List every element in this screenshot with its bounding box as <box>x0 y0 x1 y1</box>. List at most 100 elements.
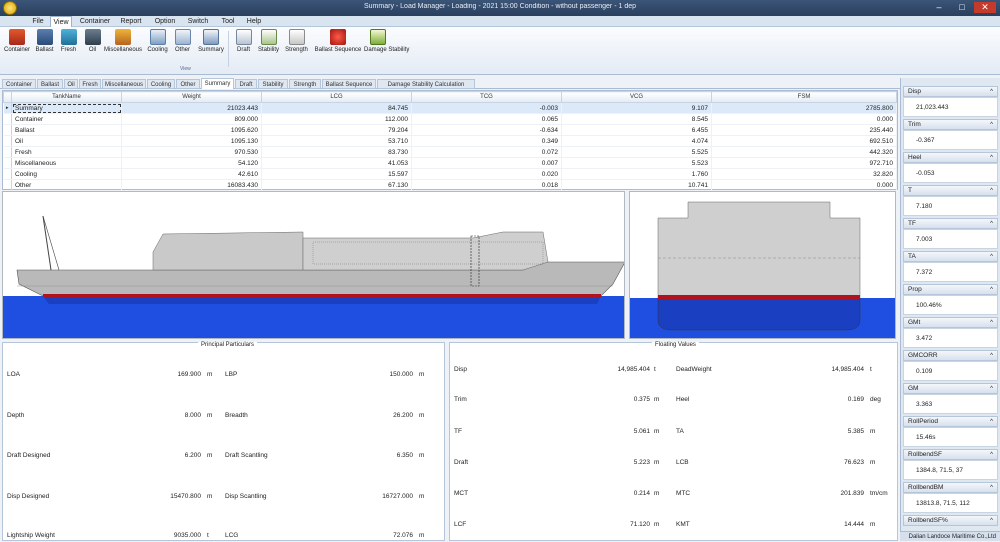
menu-view[interactable]: View <box>50 16 72 27</box>
tab-fresh[interactable]: Fresh <box>79 79 101 89</box>
cell-lcg[interactable]: 15.597 <box>261 168 412 180</box>
table-row[interactable]: Other 16083.430 67.130 0.018 10.741 0.000 <box>3 179 897 191</box>
collapse-chevron-icon[interactable]: ^ <box>990 219 993 229</box>
collapse-chevron-icon[interactable]: ^ <box>990 318 993 328</box>
panel-header-t[interactable]: T ^ <box>903 185 998 196</box>
cell-tcg[interactable]: 0.020 <box>411 168 562 180</box>
menu-option[interactable]: Option <box>152 16 178 27</box>
cell-vcg[interactable]: 6.455 <box>561 124 712 136</box>
panel-header-trim[interactable]: Trim ^ <box>903 119 998 130</box>
cell-weight[interactable]: 21023.443 <box>121 102 262 114</box>
cell-fsm[interactable]: 2785.800 <box>711 102 897 114</box>
summary-view-button[interactable]: Summary <box>196 29 226 67</box>
tab-other[interactable]: Other <box>176 79 200 89</box>
cell-vcg[interactable]: 10.741 <box>561 179 712 191</box>
cell-tankname[interactable]: Oil <box>11 135 122 147</box>
cell-vcg[interactable]: 1.760 <box>561 168 712 180</box>
ballast-view-button[interactable]: Ballast <box>32 29 57 67</box>
cell-tankname[interactable]: Summary <box>11 102 122 114</box>
cell-lcg[interactable]: 112.000 <box>261 113 412 125</box>
cell-weight[interactable]: 1095.620 <box>121 124 262 136</box>
tab-draft[interactable]: Draft <box>235 79 257 89</box>
draft-view-button[interactable]: Draft <box>231 29 256 67</box>
panel-header-gmt[interactable]: GMt ^ <box>903 317 998 328</box>
tab-ballast-sequence[interactable]: Ballast Sequence <box>322 79 376 89</box>
table-row[interactable]: Cooling 42.610 15.597 0.020 1.760 32.820 <box>3 168 897 180</box>
cell-vcg[interactable]: 4.074 <box>561 135 712 147</box>
other-view-button[interactable]: Other <box>170 29 195 67</box>
cell-tankname[interactable]: Miscellaneous <box>11 157 122 169</box>
column-header-tankname[interactable]: TankName <box>11 91 122 103</box>
column-header-tcg[interactable]: TCG <box>411 91 562 103</box>
cell-weight[interactable]: 16083.430 <box>121 179 262 191</box>
panel-header-rollbend-sf[interactable]: RollbendSF ^ <box>903 449 998 460</box>
tab-ballast[interactable]: Ballast <box>37 79 63 89</box>
menu-container[interactable]: Container <box>78 16 112 27</box>
column-header-lcg[interactable]: LCG <box>261 91 412 103</box>
cell-lcg[interactable]: 84.745 <box>261 102 412 114</box>
cell-tcg[interactable]: -0.003 <box>411 102 562 114</box>
cell-vcg[interactable]: 5.523 <box>561 157 712 169</box>
panel-header-gmcorr[interactable]: GMCORR ^ <box>903 350 998 361</box>
collapse-chevron-icon[interactable]: ^ <box>990 384 993 394</box>
collapse-chevron-icon[interactable]: ^ <box>990 417 993 427</box>
panel-header-rollbend-sf-pct[interactable]: RollbendSF% ^ <box>903 515 998 526</box>
panel-header-ta[interactable]: TA ^ <box>903 251 998 262</box>
cell-tcg[interactable]: 0.065 <box>411 113 562 125</box>
cell-weight[interactable]: 1095.130 <box>121 135 262 147</box>
stability-view-button[interactable]: Stability <box>256 29 281 67</box>
cell-fsm[interactable]: 442.320 <box>711 146 897 158</box>
maximize-button[interactable]: □ <box>951 2 973 13</box>
cell-lcg[interactable]: 53.710 <box>261 135 412 147</box>
cell-tankname[interactable]: Container <box>11 113 122 125</box>
table-row[interactable]: Fresh 970.530 83.730 0.072 5.525 442.320 <box>3 146 897 158</box>
collapse-chevron-icon[interactable]: ^ <box>990 252 993 262</box>
cell-tankname[interactable]: Fresh <box>11 146 122 158</box>
miscellaneous-view-button[interactable]: Miscellaneous <box>104 29 142 67</box>
column-header-weight[interactable]: Weight <box>121 91 262 103</box>
menu-report[interactable]: Report <box>118 16 144 27</box>
oil-view-button[interactable]: Oil <box>80 29 105 67</box>
tab-oil[interactable]: Oil <box>64 79 78 89</box>
tab-stability[interactable]: Stability <box>258 79 288 89</box>
table-row[interactable]: ▸ Summary 21023.443 84.745 -0.003 9.107 2785.8… <box>3 102 897 114</box>
collapse-chevron-icon[interactable]: ^ <box>990 516 993 526</box>
collapse-chevron-icon[interactable]: ^ <box>990 450 993 460</box>
panel-header-rollbend-bm[interactable]: RollbendBM ^ <box>903 482 998 493</box>
cell-fsm[interactable]: 0.000 <box>711 113 897 125</box>
panel-header-heel[interactable]: Heel ^ <box>903 152 998 163</box>
cell-tcg[interactable]: 0.007 <box>411 157 562 169</box>
collapse-chevron-icon[interactable]: ^ <box>990 483 993 493</box>
container-view-button[interactable]: Container <box>4 29 30 67</box>
panel-header-tf[interactable]: TF ^ <box>903 218 998 229</box>
collapse-chevron-icon[interactable]: ^ <box>990 87 993 97</box>
cell-vcg[interactable]: 9.107 <box>561 102 712 114</box>
close-button[interactable]: ✕ <box>974 2 996 13</box>
collapse-chevron-icon[interactable]: ^ <box>990 285 993 295</box>
cell-lcg[interactable]: 67.130 <box>261 179 412 191</box>
table-row[interactable]: Miscellaneous 54.120 41.053 0.007 5.523 972.7… <box>3 157 897 169</box>
menu-help[interactable]: Help <box>244 16 264 27</box>
cell-weight[interactable]: 54.120 <box>121 157 262 169</box>
collapse-chevron-icon[interactable]: ^ <box>990 153 993 163</box>
table-row[interactable]: Oil 1095.130 53.710 0.349 4.074 692.510 <box>3 135 897 147</box>
cell-tankname[interactable]: Cooling <box>11 168 122 180</box>
tab-strength[interactable]: Strength <box>289 79 321 89</box>
panel-header-prop[interactable]: Prop ^ <box>903 284 998 295</box>
menu-file[interactable]: File <box>28 16 48 27</box>
panel-header-rollperiod[interactable]: RollPeriod ^ <box>903 416 998 427</box>
ship-profile-view[interactable] <box>2 191 626 339</box>
cell-tcg[interactable]: 0.018 <box>411 179 562 191</box>
strength-view-button[interactable]: Strength <box>284 29 309 67</box>
cell-tcg[interactable]: 0.072 <box>411 146 562 158</box>
cell-fsm[interactable]: 32.820 <box>711 168 897 180</box>
cell-tankname[interactable]: Ballast <box>11 124 122 136</box>
column-header-fsm[interactable]: FSM <box>711 91 897 103</box>
collapse-chevron-icon[interactable]: ^ <box>990 120 993 130</box>
menu-tool[interactable]: Tool <box>218 16 238 27</box>
cell-fsm[interactable]: 235.440 <box>711 124 897 136</box>
cell-fsm[interactable]: 0.000 <box>711 179 897 191</box>
damage-stability-button[interactable]: Damage Stability <box>364 29 409 67</box>
cell-tankname[interactable]: Other <box>11 179 122 191</box>
table-row[interactable]: Container 809.000 112.000 0.065 8.545 0.000 <box>3 113 897 125</box>
